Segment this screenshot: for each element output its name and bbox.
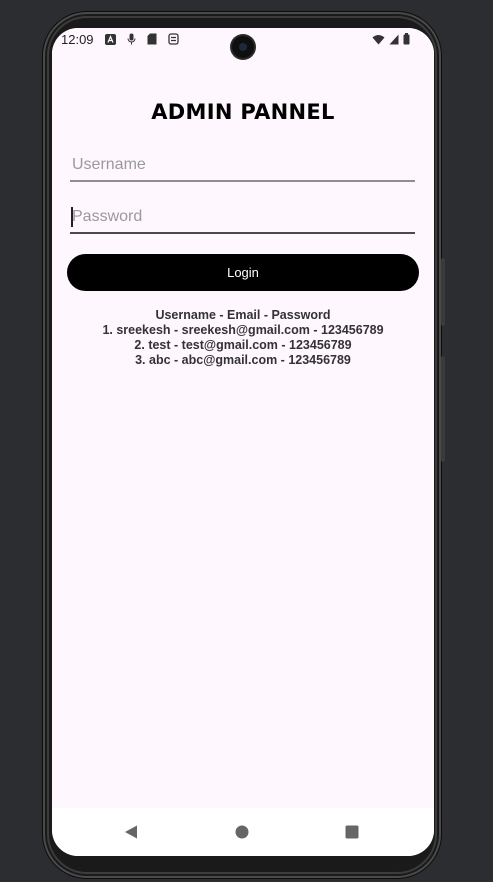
mic-icon [125,33,137,45]
front-camera [232,36,254,58]
sd-card-icon [146,33,158,45]
volume-button [441,258,445,326]
credentials-header: Username - Email - Password [155,308,331,322]
credential-row: 2. test - test@gmail.com - 123456789 [134,338,352,352]
home-icon[interactable] [235,825,249,844]
a-icon [104,33,116,45]
recents-icon[interactable] [345,825,359,844]
text-caret [71,207,73,227]
username-input[interactable] [70,152,419,178]
username-field[interactable] [70,152,419,182]
credential-row: 3. abc - abc@gmail.com - 123456789 [135,353,351,367]
status-icons-right [372,33,410,48]
password-field[interactable] [70,204,419,234]
credentials-info: Username - Email - Password 1. sreekesh … [52,308,434,368]
password-input[interactable] [70,204,419,230]
login-button[interactable]: Login [67,254,419,291]
wifi-icon [372,33,385,48]
status-time: 12:09 [61,32,94,47]
back-icon[interactable] [124,825,138,844]
sync-icon [167,33,179,45]
phone-screen: 12:09 ADMIN PANNEL Username Login Userna… [52,28,434,856]
signal-icon [389,33,399,48]
status-icons-left [104,33,179,45]
credential-row: 1. sreekesh - sreekesh@gmail.com - 12345… [102,323,384,337]
battery-icon [403,33,410,48]
page-title: ADMIN PANNEL [151,100,335,124]
power-button [441,356,445,462]
navigation-bar [52,808,434,856]
